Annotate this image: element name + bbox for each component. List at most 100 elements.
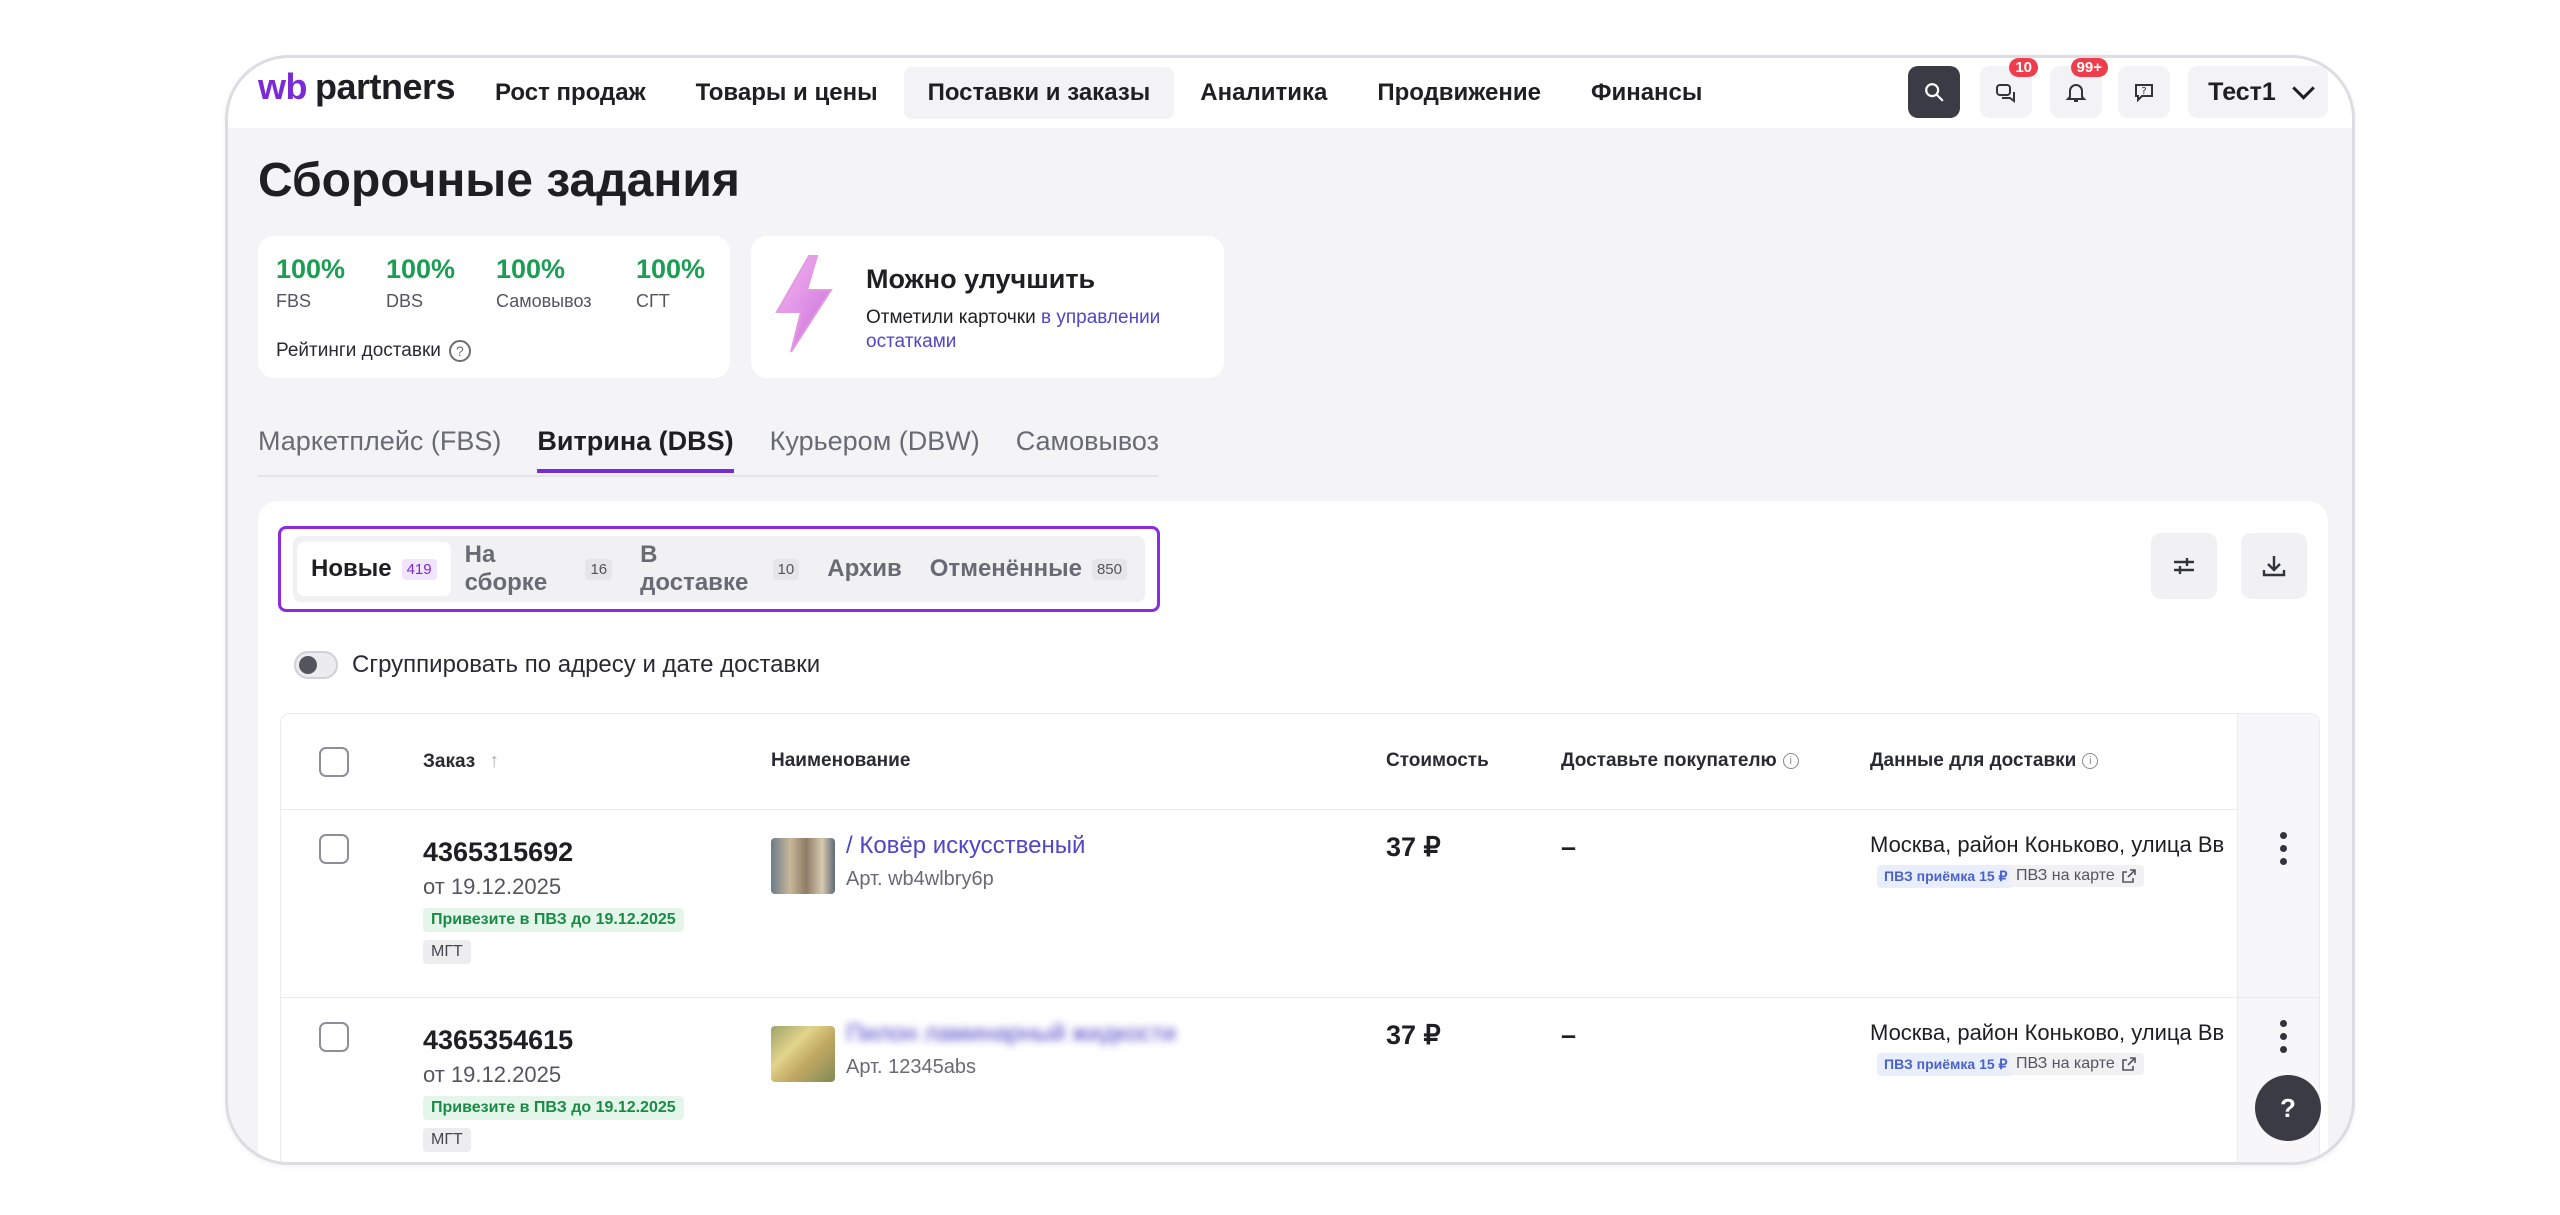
support-chat-icon: ? <box>2135 84 2153 103</box>
status-label: Новые <box>311 555 392 582</box>
group-toggle-row: Сгруппировать по адресу и дате доставки <box>294 651 820 679</box>
rating-value: 100% <box>386 254 456 284</box>
order-number[interactable]: 4365315692 <box>423 837 573 868</box>
ratings-footer-label: Рейтинги доставки <box>276 340 441 361</box>
improve-title: Можно улучшить <box>866 264 1096 294</box>
pvz-acceptance-badge: ПВЗ приёмка 15 ₽ <box>1877 865 2015 888</box>
header-actions: 10 99+ ? Тест1 <box>228 58 2352 137</box>
sort-arrow-icon[interactable]: ↑ <box>489 750 499 773</box>
row-checkbox[interactable] <box>319 834 349 864</box>
product-thumbnail[interactable] <box>771 838 835 894</box>
status-count: 16 <box>585 558 613 580</box>
rating-sgt: 100% СГТ <box>636 254 705 312</box>
improve-text-prefix: Отметили карточки <box>866 307 1041 328</box>
row-more-menu-icon[interactable] <box>2279 1020 2287 1059</box>
order-price: 37 ₽ <box>1386 1020 1441 1050</box>
rating-label: FBS <box>276 291 312 311</box>
status-count: 419 <box>401 558 437 580</box>
pvz-map-label: ПВЗ на карте <box>2016 867 2115 884</box>
pvz-map-label: ПВЗ на карте <box>2016 1055 2115 1072</box>
col-delivery-data: Данные для доставки i <box>1870 750 2099 772</box>
orders-table: Заказ ↑ Наименование Стоимость Доставьте … <box>280 713 2320 1162</box>
status-assembling[interactable]: На сборке 16 <box>451 541 627 596</box>
status-filter: Новые 419 На сборке 16 В доставке 10 Архив … <box>278 526 1160 612</box>
page-title: Сборочные задания <box>258 154 740 207</box>
info-icon[interactable]: i <box>1782 753 1799 769</box>
improve-text: Отметили карточки в управлении остатками <box>866 306 1206 354</box>
deadline-tag: Привезите в ПВЗ до 19.12.2025 <box>423 908 684 932</box>
order-date: от 19.12.2025 <box>423 874 562 899</box>
info-icon[interactable]: i <box>2082 753 2099 769</box>
table-row[interactable]: 4365354615 от 19.12.2025 Привезите в ПВЗ… <box>281 998 2319 1162</box>
lightning-icon <box>775 255 833 353</box>
col-delivery-data-label: Данные для доставки <box>1870 750 2077 771</box>
pvz-map-link[interactable]: ПВЗ на карте <box>2009 1053 2144 1075</box>
rating-label: СГТ <box>636 291 670 311</box>
deadline-tag: Привезите в ПВЗ до 19.12.2025 <box>423 1096 684 1120</box>
table-row[interactable]: 4365315692 от 19.12.2025 Привезите в ПВЗ… <box>281 810 2319 998</box>
status-label: В доставке <box>640 541 749 596</box>
notifications-badge: 99+ <box>2070 58 2108 77</box>
status-new[interactable]: Новые 419 <box>297 542 451 596</box>
ratings-footer: Рейтинги доставки ? <box>276 340 471 362</box>
improve-card: Можно улучшить Отметили карточки в управ… <box>751 236 1224 378</box>
product-thumbnail[interactable] <box>771 1026 835 1082</box>
col-order[interactable]: Заказ ↑ <box>423 750 499 773</box>
cargo-type-tag: МГТ <box>423 940 471 964</box>
app-window: wb partners Рост продаж Товары и цены Пос… <box>225 55 2355 1165</box>
status-count: 10 <box>772 558 800 580</box>
product-name-link[interactable]: Пилон ламинарный жидкости <box>846 1020 1176 1048</box>
orders-panel: Новые 419 На сборке 16 В доставке 10 Архив … <box>258 501 2328 1162</box>
deliver-value: – <box>1561 832 1577 862</box>
question-circle-icon[interactable]: ? <box>448 340 471 362</box>
product-article: Арт. wb4wlbry6p <box>846 868 994 890</box>
tab-pickup[interactable]: Самовывоз <box>1016 426 1159 473</box>
pvz-map-link[interactable]: ПВЗ на карте <box>2009 865 2144 887</box>
group-toggle[interactable] <box>294 651 338 679</box>
rating-dbs: 100% DBS <box>386 254 455 312</box>
order-price: 37 ₽ <box>1386 832 1441 862</box>
fulfillment-tabs: Маркетплейс (FBS) Витрина (DBS) Курьером… <box>258 426 1195 473</box>
col-price: Стоимость <box>1386 750 1489 771</box>
col-name: Наименование <box>771 750 911 771</box>
rating-value: 100% <box>276 254 346 284</box>
tab-vitrina-dbs[interactable]: Витрина (DBS) <box>537 426 734 473</box>
pvz-acceptance-badge: ПВЗ приёмка 15 ₽ <box>1877 1053 2015 1076</box>
filters-button[interactable] <box>2151 533 2217 599</box>
row-checkbox[interactable] <box>319 1022 349 1052</box>
user-menu[interactable]: Тест1 <box>2188 66 2328 118</box>
deliver-value: – <box>1561 1020 1577 1050</box>
rating-pickup: 100% Самовывоз <box>496 254 592 312</box>
user-name: Тест1 <box>2208 77 2276 106</box>
chat-button[interactable]: 10 <box>1980 58 2038 118</box>
row-more-menu-icon[interactable] <box>2279 832 2287 871</box>
search-icon <box>1925 83 1944 102</box>
delivery-address: Москва, район Коньково, улица Вв <box>1870 1020 2225 1045</box>
chat-icon <box>1996 84 2015 103</box>
sliders-icon <box>2174 558 2194 574</box>
delivery-address: Москва, район Коньково, улица Вв <box>1870 832 2225 857</box>
download-button[interactable] <box>2241 533 2307 599</box>
rating-label: DBS <box>386 291 424 311</box>
status-archive[interactable]: Архив <box>813 542 916 596</box>
product-name-link[interactable]: / Ковёр искусственый <box>846 832 1085 860</box>
external-link-icon <box>2121 1057 2136 1071</box>
status-label: Архив <box>827 555 902 582</box>
external-link-icon <box>2121 869 2136 883</box>
delivery-ratings-card: 100% FBS 100% DBS 100% Самовывоз 100% СГ… <box>258 236 730 378</box>
search-button[interactable] <box>1908 66 1960 118</box>
status-cancelled[interactable]: Отменённые 850 <box>916 542 1141 596</box>
status-in-delivery[interactable]: В доставке 10 <box>626 541 813 596</box>
order-number[interactable]: 4365354615 <box>423 1025 573 1056</box>
notifications-button[interactable]: 99+ <box>2050 58 2108 118</box>
status-label: Отменённые <box>929 555 1082 582</box>
tab-courier-dbw[interactable]: Курьером (DBW) <box>770 426 980 473</box>
rating-value: 100% <box>496 254 566 284</box>
table-header: Заказ ↑ Наименование Стоимость Доставьте … <box>281 714 2319 810</box>
col-order-label: Заказ <box>423 750 476 772</box>
tab-marketplace-fbs[interactable]: Маркетплейс (FBS) <box>258 426 501 473</box>
support-button[interactable]: ? <box>2118 66 2170 118</box>
help-button[interactable]: ? <box>2255 1075 2321 1141</box>
select-all-checkbox[interactable] <box>319 747 349 777</box>
col-deliver-label: Доставьте покупателю <box>1561 750 1777 771</box>
